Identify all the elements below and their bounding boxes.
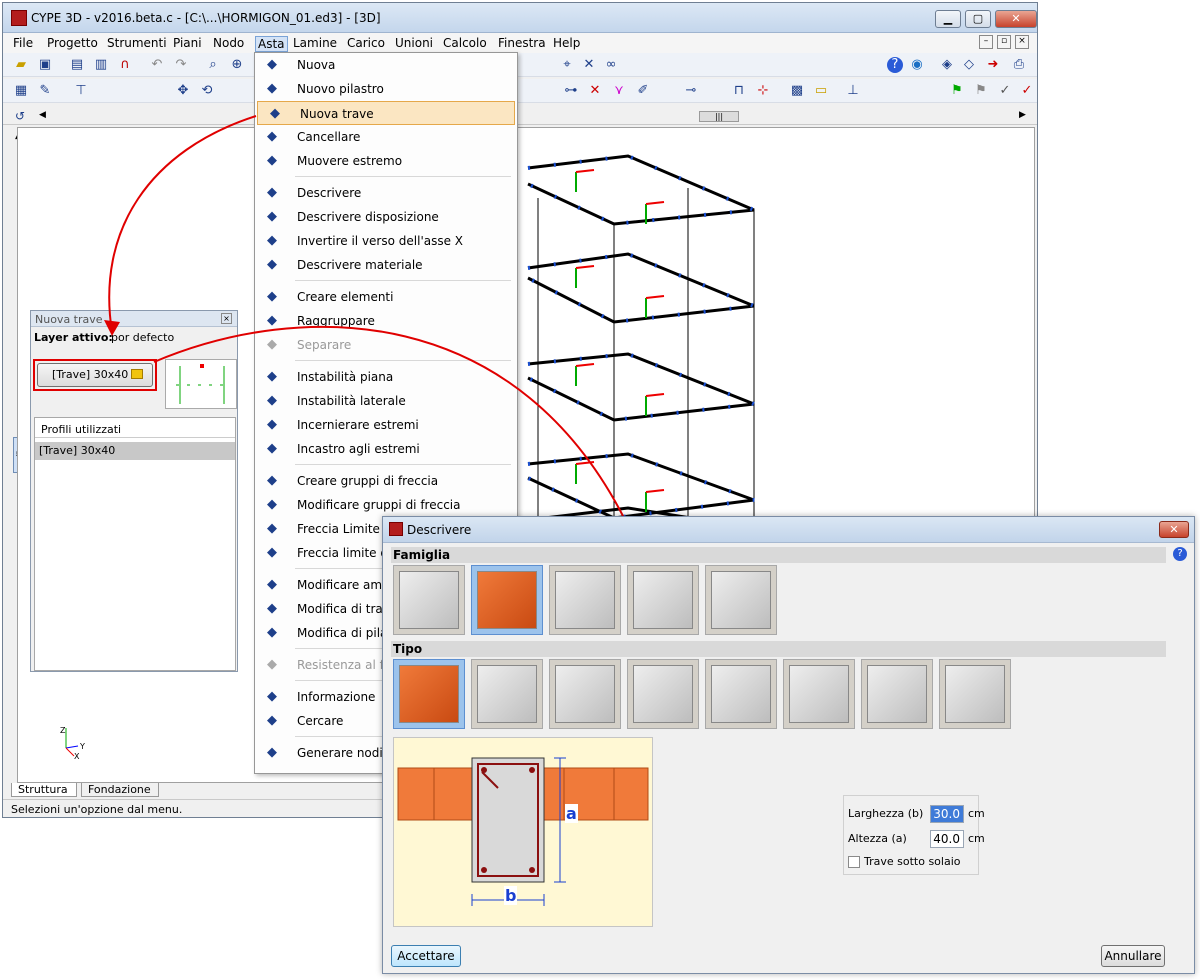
annullare-button[interactable]: Annullare — [1101, 945, 1165, 967]
dialog-app-icon — [389, 522, 403, 536]
trave-sotto-solaio-label: Trave sotto solaio — [864, 855, 961, 868]
tipo-section-icon — [399, 665, 459, 723]
tipo-thumbnail[interactable] — [549, 659, 621, 729]
dim-a-label: a — [565, 804, 578, 823]
trave-sotto-solaio-checkbox[interactable] — [848, 856, 860, 868]
larghezza-unit: cm — [968, 807, 985, 820]
famiglia-section-icon — [477, 571, 537, 629]
dim-b-label: b — [504, 886, 518, 905]
arrow-menu-to-panel — [108, 115, 257, 333]
famiglia-row — [393, 565, 813, 637]
altezza-unit: cm — [968, 832, 985, 845]
larghezza-input[interactable] — [930, 805, 964, 823]
tipo-thumbnail[interactable] — [471, 659, 543, 729]
famiglia-thumbnail[interactable] — [393, 565, 465, 635]
dialog-help-icon[interactable]: ? — [1173, 547, 1187, 561]
tipo-thumbnail[interactable] — [861, 659, 933, 729]
dimensions-box: Larghezza (b) cm Altezza (a) cm Trave so… — [843, 795, 985, 875]
arrowhead-1 — [104, 320, 120, 336]
famiglia-section-icon — [555, 571, 615, 629]
tipo-section-icon — [711, 665, 771, 723]
tipo-thumbnail[interactable] — [783, 659, 855, 729]
tipo-section-icon — [477, 665, 537, 723]
dialog-title-bar: Descrivere ✕ — [383, 517, 1194, 543]
famiglia-thumbnail[interactable] — [627, 565, 699, 635]
section-drawing: a b — [393, 737, 653, 927]
accettare-button[interactable]: Accettare — [391, 945, 461, 967]
famiglia-thumbnail[interactable] — [549, 565, 621, 635]
tipo-section-icon — [867, 665, 927, 723]
tipo-section-icon — [633, 665, 693, 723]
larghezza-label: Larghezza (b) — [848, 807, 924, 820]
tipo-header: Tipo — [391, 641, 1166, 657]
tipo-thumbnail[interactable] — [705, 659, 777, 729]
tipo-row — [393, 659, 1033, 731]
arrow-panel-to-dialog — [153, 325, 631, 531]
tipo-thumbnail[interactable] — [627, 659, 699, 729]
dialog-close-button[interactable]: ✕ — [1159, 521, 1189, 538]
describe-dialog: Descrivere ✕ ? Famiglia Tipo a b Larghez… — [382, 516, 1195, 974]
famiglia-thumbnail[interactable] — [471, 565, 543, 635]
tipo-thumbnail[interactable] — [939, 659, 1011, 729]
famiglia-section-icon — [399, 571, 459, 629]
famiglia-section-icon — [633, 571, 693, 629]
tipo-thumbnail[interactable] — [393, 659, 465, 729]
dialog-title: Descrivere — [407, 523, 472, 537]
tipo-section-icon — [555, 665, 615, 723]
altezza-input[interactable] — [930, 830, 964, 848]
tipo-section-icon — [789, 665, 849, 723]
famiglia-header: Famiglia — [391, 547, 1166, 563]
altezza-label: Altezza (a) — [848, 832, 907, 845]
famiglia-section-icon — [711, 571, 771, 629]
famiglia-thumbnail[interactable] — [705, 565, 777, 635]
tipo-section-icon — [945, 665, 1005, 723]
